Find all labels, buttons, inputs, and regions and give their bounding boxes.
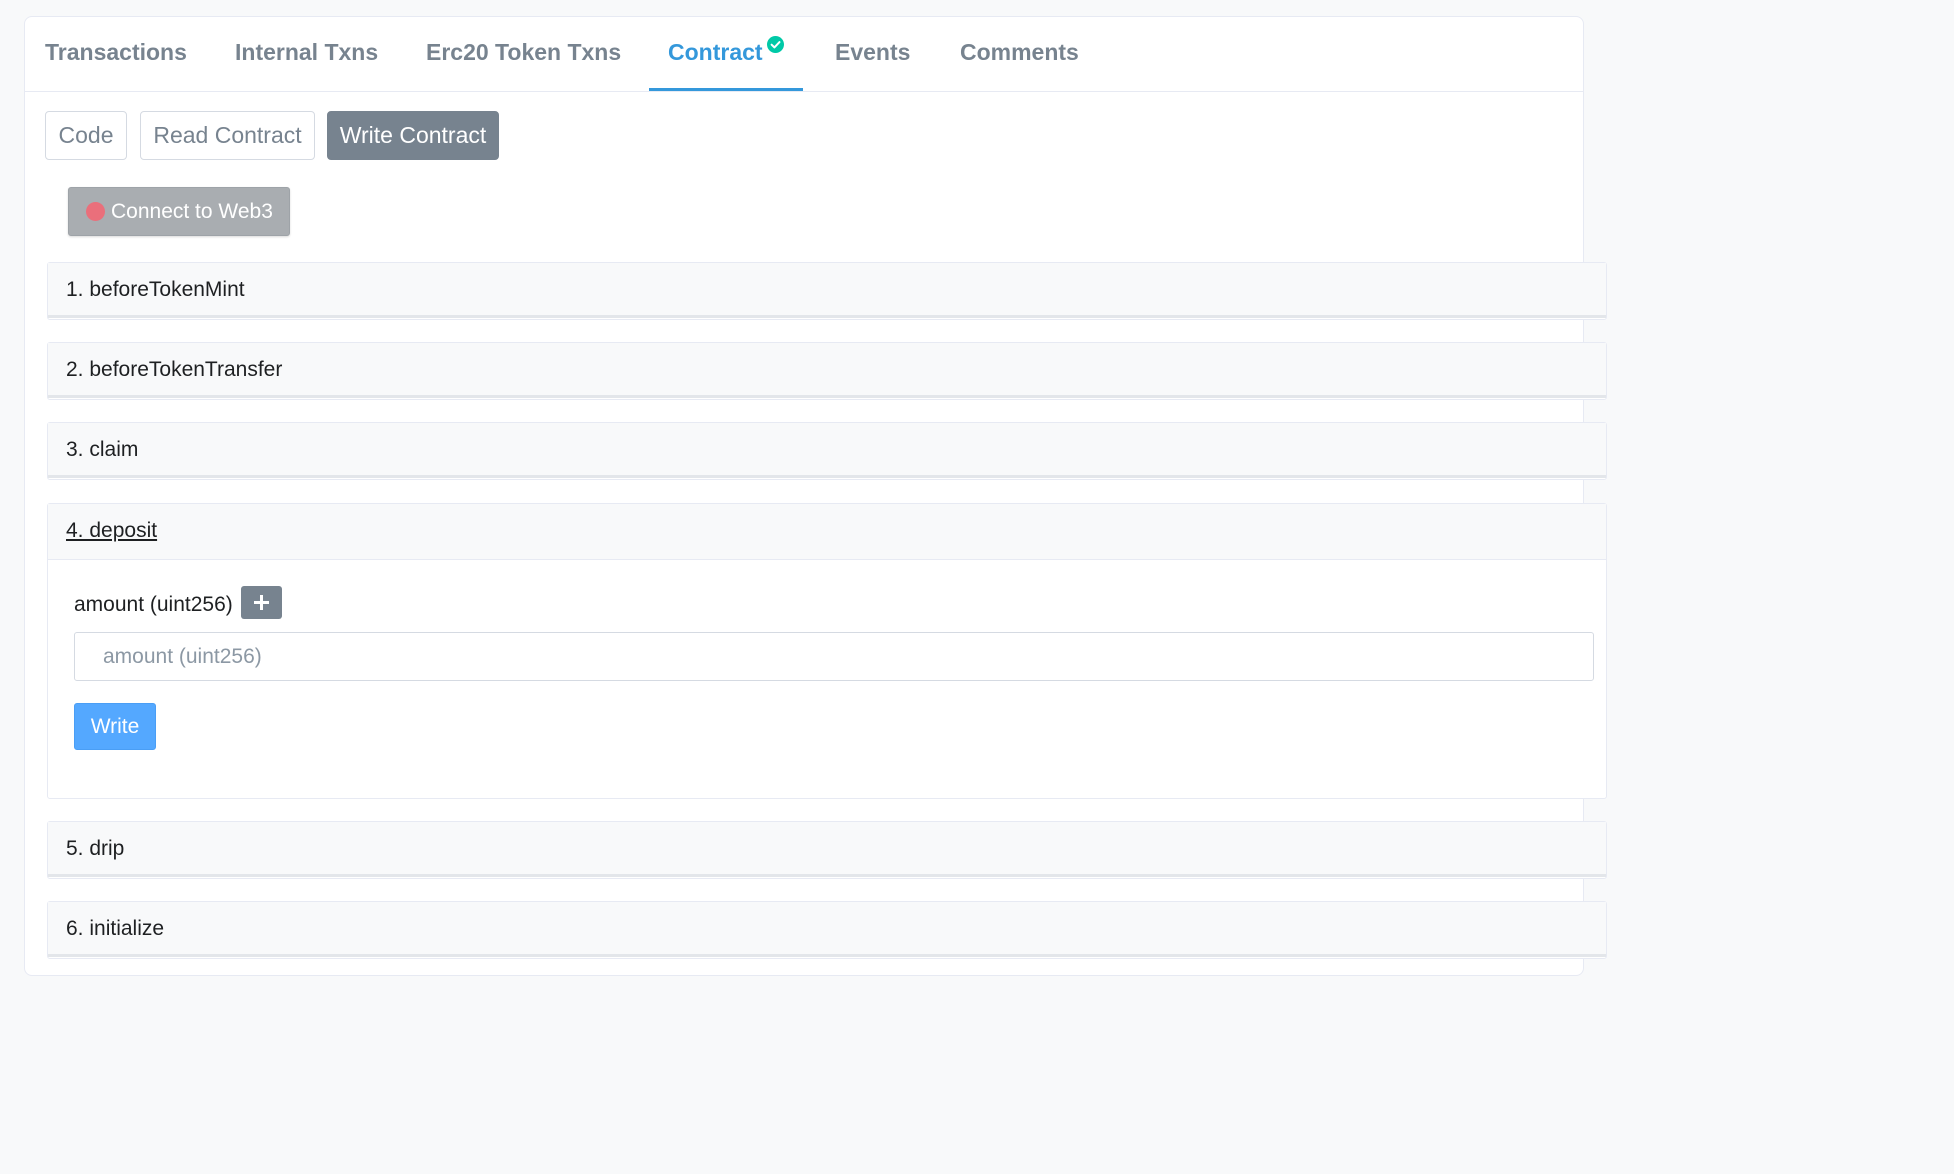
amount-input[interactable]	[74, 632, 1594, 681]
plus-icon	[254, 595, 269, 610]
function-title: 1. beforeTokenMint	[66, 278, 245, 301]
function-item: 6. initialize	[47, 901, 1607, 959]
function-header[interactable]: 5. drip	[48, 822, 1606, 877]
add-param-button[interactable]	[241, 586, 282, 619]
tab-events[interactable]: Events	[835, 17, 910, 91]
write-button[interactable]: Write	[74, 703, 156, 750]
function-header[interactable]: 3. claim	[48, 423, 1606, 478]
tab-contract[interactable]: Contract	[668, 17, 763, 91]
function-title-link[interactable]: 4. deposit	[66, 519, 157, 542]
write-contract-button[interactable]: Write Contract	[327, 111, 499, 160]
function-item-expanded: 4. deposit amount (uint256) Write	[47, 503, 1607, 799]
function-item: 3. claim	[47, 422, 1607, 480]
function-title: 2. beforeTokenTransfer	[66, 358, 283, 381]
function-item: 2. beforeTokenTransfer	[47, 342, 1607, 400]
connect-web3-button[interactable]: Connect to Web3	[68, 187, 290, 236]
function-header[interactable]: 2. beforeTokenTransfer	[48, 343, 1606, 398]
function-header[interactable]: 1. beforeTokenMint	[48, 263, 1606, 318]
active-tab-indicator	[649, 88, 803, 91]
tab-erc20-token-txns[interactable]: Erc20 Token Txns	[426, 17, 621, 91]
contract-card: Transactions Internal Txns Erc20 Token T…	[24, 16, 1607, 976]
function-item: 1. beforeTokenMint	[47, 262, 1607, 320]
check-circle-icon	[767, 36, 784, 53]
tab-transactions[interactable]: Transactions	[45, 17, 187, 91]
function-item: 5. drip	[47, 821, 1607, 879]
connect-web3-label: Connect to Web3	[111, 200, 273, 223]
function-title: 6. initialize	[66, 917, 165, 940]
function-header[interactable]: 4. deposit	[48, 504, 1606, 560]
param-label: amount (uint256)	[74, 593, 233, 616]
function-title: 5. drip	[66, 837, 125, 860]
function-title: 3. claim	[66, 438, 139, 461]
tab-internal-txns[interactable]: Internal Txns	[235, 17, 378, 91]
code-button[interactable]: Code	[45, 111, 127, 160]
tab-comments[interactable]: Comments	[960, 17, 1079, 91]
read-contract-button[interactable]: Read Contract	[140, 111, 315, 160]
disconnected-dot-icon	[86, 202, 105, 221]
tab-bar: Transactions Internal Txns Erc20 Token T…	[25, 17, 1583, 92]
function-header[interactable]: 6. initialize	[48, 902, 1606, 957]
